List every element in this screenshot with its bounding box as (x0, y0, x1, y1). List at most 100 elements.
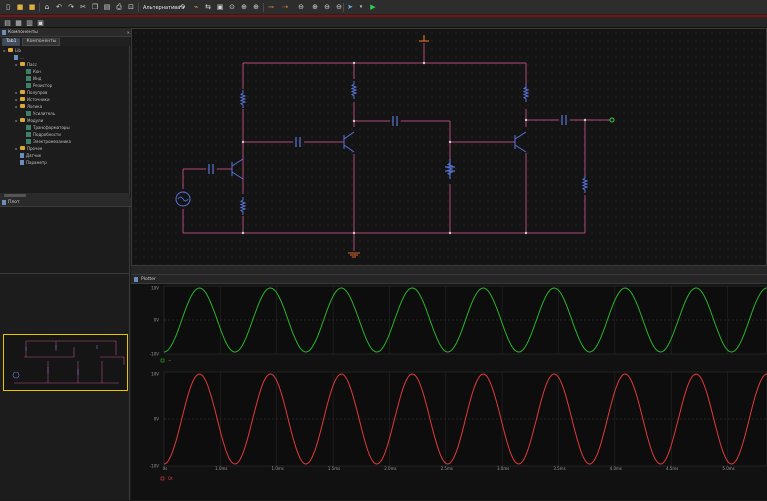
panel-tabs: Tab1 Компоненты (0, 37, 130, 46)
x-tick-label: 0s (163, 466, 168, 471)
trace1-legend: ~ (168, 358, 171, 363)
folder-icon (8, 48, 13, 52)
expand-arrow-icon[interactable]: ▸ (15, 97, 18, 102)
tree-item[interactable]: Параметр (15, 159, 47, 165)
folder-icon (20, 62, 25, 66)
close-icon[interactable]: ✕ (127, 30, 130, 35)
expand-arrow-icon[interactable]: ▸ (15, 62, 18, 67)
chevron-down-icon[interactable]: ▾ (356, 2, 366, 12)
panel-splitter[interactable] (131, 266, 767, 274)
undo-icon[interactable]: ↶ (54, 2, 64, 12)
zoom-out-icon[interactable]: ⊖ (296, 2, 306, 12)
component-browser: Компоненты ✕ Tab1 Компоненты ▸ Lib... ▸ Пас… (0, 28, 132, 500)
component-icon[interactable]: ▣ (215, 2, 225, 12)
tree-item[interactable]: Электромеханика (21, 138, 71, 144)
schematic-canvas[interactable] (131, 28, 767, 266)
probe-icon[interactable]: ⊸ (266, 2, 276, 12)
x-tick-label: 1.5ms (328, 466, 340, 471)
tree-item[interactable]: Резистор (21, 82, 52, 88)
tree-item[interactable]: ▸ Прочее (15, 145, 42, 151)
tree-item-label: Прочее (27, 145, 43, 151)
probe-dropdown-icon[interactable]: ⇢ (280, 2, 290, 12)
expand-arrow-icon[interactable]: ▸ (15, 104, 18, 109)
copy-icon[interactable]: ❐ (90, 2, 100, 12)
expand-arrow-icon[interactable]: ▸ (15, 146, 18, 151)
schematic-overview[interactable] (3, 334, 128, 391)
tree-item-label: Датчик (26, 152, 42, 158)
waveform-plot[interactable]: 10V 0V -10V 10V 0V -10V ~ Ot0s 1.0ms 1.0ms 1.5ms 2.… (131, 284, 767, 501)
tree-item[interactable]: Инд (21, 75, 41, 81)
component-icon (26, 138, 31, 144)
x-tick-label: 2.5ms (441, 466, 453, 471)
tab-components[interactable]: Компоненты (22, 37, 61, 46)
x-tick-label: 1.0ms (272, 466, 284, 471)
tree-item-label: Логика (27, 103, 43, 109)
tab-1[interactable]: Tab1 (2, 37, 21, 46)
tree-item[interactable]: Датчик (15, 152, 41, 158)
x-tick-label: 3.0ms (497, 466, 509, 471)
zoom-fit-icon[interactable]: ⊡ (126, 2, 136, 12)
tree-item[interactable]: Трансформаторы (21, 124, 70, 130)
component-icon (26, 68, 31, 74)
tree-item-label: Параметр (26, 159, 47, 165)
tree-item-label: Инд (33, 75, 42, 81)
open-folder-icon[interactable]: ■ (15, 2, 25, 12)
tree-item-label: Кон (33, 68, 41, 74)
cut-icon[interactable]: ✂ (78, 2, 88, 12)
save-as-icon[interactable]: ⌂ (42, 2, 52, 12)
expand-arrow-icon[interactable]: ▸ (15, 90, 18, 95)
tree-item[interactable]: ▸ Логика (15, 103, 42, 109)
component-icon (26, 110, 31, 116)
component-icon (26, 75, 31, 81)
output-probe-icon[interactable] (609, 117, 615, 123)
zoom-reset-icon[interactable]: ⊖ (322, 2, 332, 12)
tree-item[interactable]: ▸ Lib (3, 47, 20, 53)
save-icon[interactable]: ■ (27, 2, 37, 12)
run-simulation-icon[interactable]: ▶ (368, 2, 378, 12)
tree-item-label: Электромеханика (33, 138, 71, 144)
trace1-legend-icon (160, 358, 165, 363)
tree-item[interactable]: Усилитель (21, 110, 55, 116)
component-panel-header: Компоненты ✕ (0, 28, 132, 37)
tree-item[interactable]: ... (9, 54, 24, 60)
tree-item[interactable]: ▸ Пасс (15, 61, 36, 67)
zoom-window-icon[interactable]: ⊕ (239, 2, 249, 12)
tree-item[interactable]: ▸ Источники (15, 96, 49, 102)
tree-item[interactable]: ▸ Модули (15, 117, 43, 123)
file-icon (14, 54, 18, 60)
wire-icon[interactable]: ⌁ (191, 2, 201, 12)
flip-icon[interactable]: ⇆ (203, 2, 213, 12)
tree-item[interactable]: Подробности (21, 131, 61, 137)
properties-icon[interactable]: ▣ (36, 18, 45, 27)
zoom-area-icon[interactable]: ⊙ (227, 2, 237, 12)
print-icon[interactable]: ⎙ (114, 2, 124, 12)
expand-arrow-icon[interactable]: ▸ (3, 48, 6, 53)
tree-item[interactable]: ▸ Полупров (15, 89, 47, 95)
y-tick-label: -10V (150, 352, 160, 357)
y-tick-label: 0V (154, 417, 160, 422)
new-file-icon[interactable]: ▯ (3, 2, 13, 12)
select-arrow-icon[interactable]: ➤ (345, 2, 355, 12)
mode-dropdown-label: Альтернатива (143, 4, 181, 11)
zoom-in-icon[interactable]: ⊕ (251, 2, 261, 12)
zoom-extents-icon[interactable]: ⊕ (310, 2, 320, 12)
grid-icon[interactable]: ▦ (14, 18, 23, 27)
power-symbol-icon (419, 35, 429, 42)
folder-icon (20, 104, 25, 108)
trace2-legend-icon (160, 476, 165, 481)
layers-icon[interactable]: ▥ (25, 18, 34, 27)
tree-item[interactable]: Кон (21, 68, 41, 74)
tree-item-label: Полупров (27, 89, 48, 95)
plot-icon (134, 276, 138, 282)
list-view-icon[interactable]: ▤ (3, 18, 12, 27)
circuit-diagram (175, 35, 615, 258)
expand-arrow-icon[interactable]: ▸ (15, 118, 18, 123)
redo-icon[interactable]: ↷ (66, 2, 76, 12)
tree-item-label: Трансформаторы (33, 124, 70, 130)
junctions (241, 61, 587, 235)
wires (182, 43, 610, 251)
transistors (231, 131, 527, 180)
folder-icon (20, 118, 25, 122)
paste-icon[interactable]: ▤ (102, 2, 112, 12)
rotate-icon[interactable]: ⟲ (177, 2, 187, 12)
